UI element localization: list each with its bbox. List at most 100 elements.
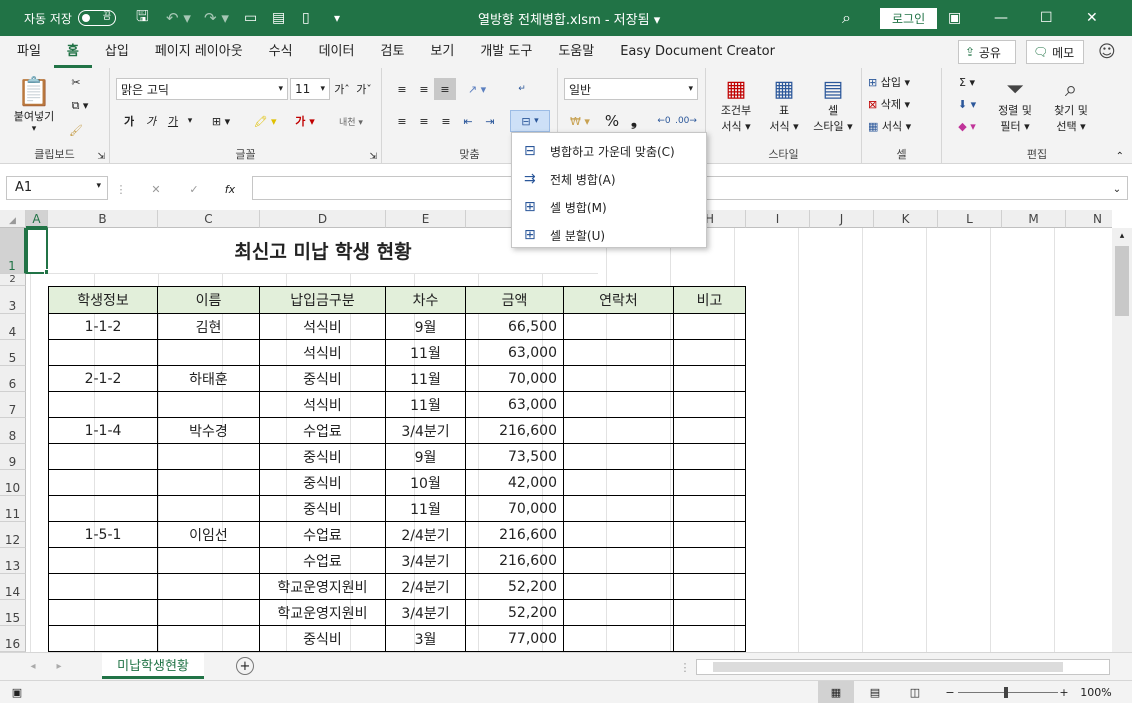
table-cell[interactable]	[674, 444, 746, 470]
table-header-cell[interactable]: 금액	[466, 286, 564, 314]
row-header[interactable]: 14	[0, 574, 26, 600]
table-cell[interactable]	[158, 626, 260, 652]
active-cell-a1[interactable]	[26, 228, 48, 274]
table-cell[interactable]: 52,200	[466, 600, 564, 626]
table-cell[interactable]	[48, 470, 158, 496]
decrease-indent-icon[interactable]: ⇤	[458, 110, 478, 132]
number-format-select[interactable]: 일반 ▾	[564, 78, 698, 100]
select-all-corner[interactable]: ◢	[0, 210, 26, 228]
table-cell[interactable]: 김현	[158, 314, 260, 340]
minimize-icon[interactable]: —	[994, 0, 1040, 36]
table-cell[interactable]	[674, 392, 746, 418]
underline-button[interactable]: 가	[164, 110, 182, 132]
table-cell[interactable]	[564, 314, 674, 340]
table-cell[interactable]	[48, 600, 158, 626]
table-cell[interactable]	[674, 366, 746, 392]
tab-view[interactable]: 보기	[417, 36, 467, 68]
tab-easy-document-creator[interactable]: Easy Document Creator	[607, 36, 788, 68]
table-cell[interactable]	[674, 418, 746, 444]
tab-developer[interactable]: 개발 도구	[467, 36, 545, 68]
column-header[interactable]: C	[158, 210, 260, 228]
worksheet-grid[interactable]: ◢ A B C D E F G H I J K L M N 1 2 3 4 5 …	[0, 210, 1112, 652]
cancel-icon[interactable]: ✕	[144, 180, 168, 198]
table-cell[interactable]: 11월	[386, 366, 466, 392]
row-header[interactable]: 12	[0, 522, 26, 548]
row-header[interactable]: 13	[0, 548, 26, 574]
table-cell[interactable]: 216,600	[466, 418, 564, 444]
vertical-scrollbar[interactable]: ▴	[1112, 228, 1132, 652]
table-cell[interactable]	[48, 574, 158, 600]
align-center-icon[interactable]: ≡	[414, 110, 434, 132]
row-header[interactable]: 5	[0, 340, 26, 366]
table-cell[interactable]: 수업료	[260, 418, 386, 444]
autosave-control[interactable]: 자동 저장 끔	[24, 0, 116, 36]
table-cell[interactable]	[564, 366, 674, 392]
table-cell[interactable]: 3/4분기	[386, 418, 466, 444]
conditional-format-button[interactable]: ▦ 조건부 서식 ▾	[712, 72, 760, 138]
table-cell[interactable]: 수업료	[260, 548, 386, 574]
table-cell[interactable]	[564, 392, 674, 418]
orientation-icon[interactable]: ↗ ▾	[462, 78, 492, 100]
paste-button[interactable]: 📋 붙여넣기 ▾	[6, 72, 62, 136]
table-cell[interactable]	[564, 340, 674, 366]
table-header-cell[interactable]: 학생정보	[48, 286, 158, 314]
row-header[interactable]: 6	[0, 366, 26, 392]
table-cell[interactable]: 2/4분기	[386, 574, 466, 600]
table-cell[interactable]	[674, 574, 746, 600]
table-cell[interactable]	[674, 522, 746, 548]
ribbon-display-icon[interactable]: ▣	[948, 0, 994, 36]
maximize-icon[interactable]: ☐	[1040, 0, 1086, 36]
cut-icon[interactable]: ✂	[66, 72, 86, 92]
chevron-down-icon[interactable]: ▾	[184, 110, 196, 132]
column-header[interactable]: D	[260, 210, 386, 228]
table-cell[interactable]: 216,600	[466, 548, 564, 574]
collapse-ribbon-icon[interactable]: ⌃	[1116, 151, 1124, 162]
row-header[interactable]: 10	[0, 470, 26, 496]
table-cell[interactable]	[158, 470, 260, 496]
wrap-text-icon[interactable]: ↵	[512, 78, 532, 100]
currency-icon[interactable]: ₩ ▾	[566, 110, 594, 132]
clear-icon[interactable]: ◆ ▾	[952, 116, 982, 136]
table-cell[interactable]: 1-1-4	[48, 418, 158, 444]
enter-icon[interactable]: ✓	[182, 180, 206, 198]
table-cell[interactable]: 하태훈	[158, 366, 260, 392]
table-cell[interactable]: 중식비	[260, 496, 386, 522]
row-header[interactable]: 11	[0, 496, 26, 522]
align-left-icon[interactable]: ≡	[392, 110, 412, 132]
table-cell[interactable]	[564, 418, 674, 444]
table-cell[interactable]	[564, 496, 674, 522]
sort-filter-button[interactable]: ⏷ 정렬 및 필터 ▾	[988, 72, 1042, 138]
undo-icon[interactable]: ↶ ▾	[166, 0, 191, 36]
increase-indent-icon[interactable]: ⇥	[480, 110, 500, 132]
table-cell[interactable]: 3월	[386, 626, 466, 652]
table-cell[interactable]: 3/4분기	[386, 600, 466, 626]
cell-styles-button[interactable]: ▤ 셀 스타일 ▾	[808, 72, 858, 138]
format-cells-button[interactable]: ▦ 서식 ▾	[868, 116, 936, 136]
column-header[interactable]: L	[938, 210, 1002, 228]
insert-cells-button[interactable]: ⊞ 삽입 ▾	[868, 72, 936, 92]
scroll-up-icon[interactable]: ▴	[1112, 228, 1132, 244]
fill-color-icon[interactable]: 🖍 ▾	[250, 110, 280, 132]
table-cell[interactable]	[158, 574, 260, 600]
drag-handle-icon[interactable]: ⋮	[116, 180, 127, 198]
decrease-decimal-icon[interactable]: .00→	[675, 110, 697, 132]
table-cell[interactable]: 63,000	[466, 340, 564, 366]
row-header[interactable]: 8	[0, 418, 26, 444]
table-cell[interactable]	[674, 548, 746, 574]
table-cell[interactable]: 73,500	[466, 444, 564, 470]
table-header-cell[interactable]: 연락처	[564, 286, 674, 314]
table-cell[interactable]: 3/4분기	[386, 548, 466, 574]
login-button[interactable]: 로그인	[880, 7, 938, 29]
column-header[interactable]: J	[810, 210, 874, 228]
table-cell[interactable]: 박수경	[158, 418, 260, 444]
table-cell[interactable]: 9월	[386, 314, 466, 340]
column-header[interactable]: I	[746, 210, 810, 228]
table-cell[interactable]: 중식비	[260, 470, 386, 496]
table-cell[interactable]	[48, 496, 158, 522]
table-cell[interactable]: 석식비	[260, 340, 386, 366]
format-as-table-button[interactable]: ▦ 표 서식 ▾	[760, 72, 808, 138]
zoom-slider[interactable]	[958, 692, 1058, 693]
table-cell[interactable]: 중식비	[260, 366, 386, 392]
delete-cells-button[interactable]: ⊠ 삭제 ▾	[868, 94, 936, 114]
comma-icon[interactable]: ❟	[624, 110, 644, 132]
